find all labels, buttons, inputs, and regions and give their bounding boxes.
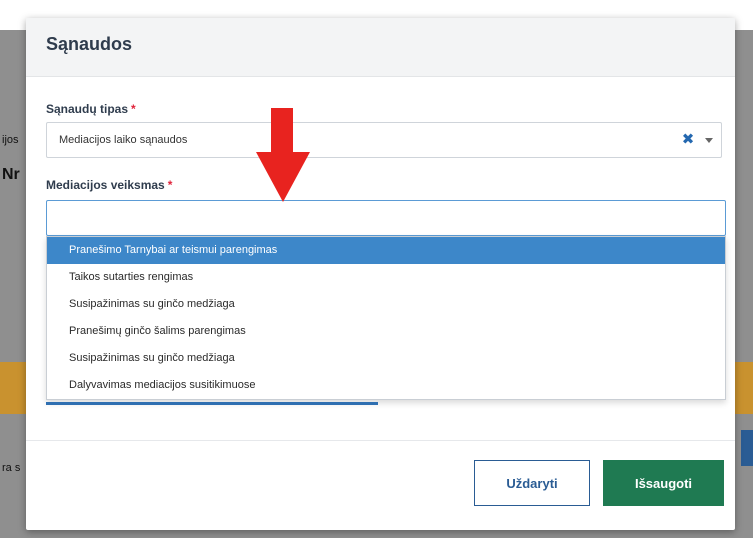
mediation-action-search-input[interactable] [46, 200, 726, 236]
mediation-action-dropdown: Pranešimo Tarnybai ar teismui parengimas… [46, 236, 726, 400]
cost-type-label-text: Sąnaudų tipas [46, 102, 129, 116]
mediation-action-label: Mediacijos veiksmas * [46, 178, 172, 192]
tab-underline [46, 402, 378, 405]
background-text-fragment: ra s [2, 462, 21, 474]
cost-type-selected-value: Mediacijos laiko sąnaudos [59, 134, 188, 146]
dropdown-option[interactable]: Pranešimų ginčo šalims parengimas [47, 318, 725, 345]
costs-modal: Sąnaudos Sąnaudų tipas * Mediacijos laiko… [26, 18, 735, 530]
background-orange-strip [735, 362, 753, 414]
background-text-fragment: Nr [2, 166, 20, 183]
modal-header: Sąnaudos [26, 18, 735, 77]
background-text-fragment: ijos [2, 134, 19, 146]
save-button[interactable]: Išsaugoti [603, 460, 724, 506]
background-orange-strip [0, 362, 26, 414]
required-mark: * [131, 102, 136, 116]
modal-title: Sąnaudos [46, 34, 133, 54]
cost-type-label: Sąnaudų tipas * [46, 102, 136, 116]
close-button[interactable]: Uždaryti [474, 460, 590, 506]
background-blue-strip [741, 430, 753, 466]
chevron-down-icon[interactable] [705, 138, 713, 143]
dropdown-option[interactable]: Taikos sutarties rengimas [47, 264, 725, 291]
dropdown-option[interactable]: Susipažinimas su ginčo medžiaga [47, 291, 725, 318]
cost-type-select[interactable]: Mediacijos laiko sąnaudos ✖ [46, 122, 722, 158]
dropdown-option[interactable]: Pranešimo Tarnybai ar teismui parengimas [47, 237, 725, 264]
clear-icon[interactable]: ✖ [681, 132, 695, 147]
dropdown-option[interactable]: Dalyvavimas mediacijos susitikimuose [47, 372, 725, 399]
footer-divider [26, 440, 735, 441]
red-down-arrow-icon [256, 108, 310, 202]
required-mark: * [167, 178, 173, 192]
dropdown-option[interactable]: Susipažinimas su ginčo medžiaga [47, 345, 725, 372]
mediation-action-label-text: Mediacijos veiksmas [46, 178, 165, 192]
